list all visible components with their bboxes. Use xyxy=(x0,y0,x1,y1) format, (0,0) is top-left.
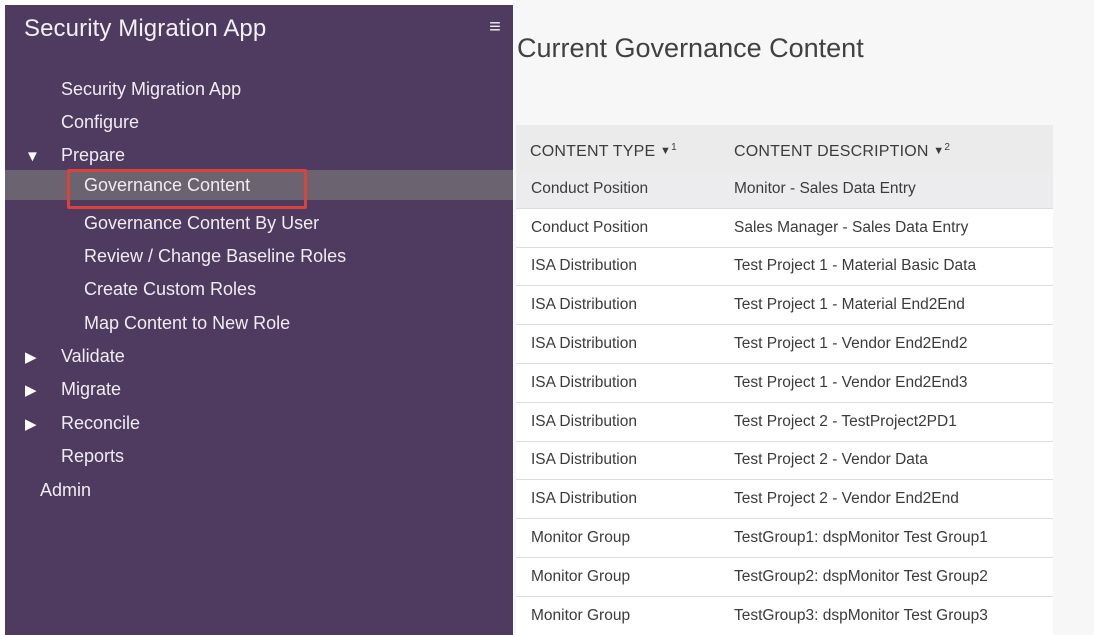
hamburger-menu-icon[interactable]: ≡ xyxy=(485,17,505,39)
nav-item-label: Reports xyxy=(61,446,125,466)
cell-content-description: Test Project 1 - Material Basic Data xyxy=(734,257,977,275)
column-header-content-description[interactable]: CONTENT DESCRIPTION ▼2 xyxy=(718,125,1053,170)
table-body: Conduct Position Monitor - Sales Data Ent… xyxy=(516,170,1053,635)
nav-item-label: Reconcile xyxy=(61,413,141,433)
expand-right-icon: ▶ xyxy=(25,382,37,399)
cell-content-type: ISA Distribution xyxy=(531,412,637,430)
cell-content-description: TestGroup2: dspMonitor Test Group2 xyxy=(734,567,988,585)
table-row[interactable]: ISA Distribution Test Project 1 - Vendor … xyxy=(516,363,1053,403)
cell-content-type: Conduct Position xyxy=(531,218,649,236)
nav-item-label: Admin xyxy=(40,480,92,500)
cell-content-description: TestGroup3: dspMonitor Test Group3 xyxy=(734,606,988,624)
nav-item-label: Migrate xyxy=(61,379,122,399)
sort-order: 2 xyxy=(944,142,951,153)
cell-content-description: Test Project 2 - Vendor Data xyxy=(734,451,928,469)
nav-item-validate[interactable]: ▶ Validate xyxy=(25,341,125,371)
table-row[interactable]: ISA Distribution Test Project 1 - Materia… xyxy=(516,247,1053,287)
expand-right-icon: ▶ xyxy=(25,349,37,366)
table-row[interactable]: ISA Distribution Test Project 2 - TestPro… xyxy=(516,402,1053,442)
table-row[interactable]: Monitor Group TestGroup1: dspMonitor Test… xyxy=(516,519,1053,558)
expand-right-icon: ▶ xyxy=(25,416,37,433)
sort-descending-icon: ▼ xyxy=(933,145,945,157)
nav-item-label: Map Content to New Role xyxy=(84,313,291,333)
column-header-label: CONTENT DESCRIPTION xyxy=(734,143,929,160)
nav-item-review-change-baseline-roles[interactable]: Review / Change Baseline Roles xyxy=(84,241,346,271)
cell-content-type: ISA Distribution xyxy=(531,490,637,508)
table-row[interactable]: ISA Distribution Test Project 2 - Vendor … xyxy=(516,441,1053,481)
table-row[interactable]: ISA Distribution Test Project 2 - Vendor … xyxy=(516,480,1053,520)
nav-item-admin[interactable]: Admin xyxy=(40,475,91,505)
nav-item-label: Create Custom Roles xyxy=(84,279,257,299)
app-title: Security Migration App xyxy=(24,15,267,42)
table-row[interactable]: ISA Distribution Test Project 1 - Vendor … xyxy=(516,325,1053,364)
cell-content-description: Test Project 1 - Vendor End2End2 xyxy=(734,335,968,353)
cell-content-description: Test Project 1 - Vendor End2End3 xyxy=(734,373,968,391)
column-header-label: CONTENT TYPE xyxy=(530,143,656,160)
cell-content-description: Test Project 2 - Vendor End2End xyxy=(734,490,959,508)
nav-item-label: Review / Change Baseline Roles xyxy=(84,246,347,266)
cell-content-type: ISA Distribution xyxy=(531,451,637,469)
nav-item-label: Validate xyxy=(61,346,125,366)
nav-item-governance-content-by-user[interactable]: Governance Content By User xyxy=(84,208,319,238)
cell-content-type: Conduct Position xyxy=(531,179,649,197)
cell-content-description: TestGroup1: dspMonitor Test Group1 xyxy=(734,529,988,547)
table-row[interactable]: ISA Distribution Test Project 1 - Materia… xyxy=(516,286,1053,326)
cell-content-type: Monitor Group xyxy=(531,529,631,547)
sidebar: Security Migration App ≡ Security Migrat… xyxy=(5,5,513,635)
main-content: Current Governance Content CONTENT TYPE … xyxy=(513,0,1094,635)
governance-content-table: CONTENT TYPE ▼1 CONTENT DESCRIPTION ▼2 C… xyxy=(516,125,1053,635)
nav-item-label: Security Migration App xyxy=(61,79,242,99)
cell-content-description: Test Project 1 - Material End2End xyxy=(734,296,965,314)
cell-content-type: ISA Distribution xyxy=(531,296,637,314)
cell-content-description: Test Project 2 - TestProject2PD1 xyxy=(734,412,957,430)
nav-item-create-custom-roles[interactable]: Create Custom Roles xyxy=(84,274,256,304)
table-row[interactable]: Conduct Position Monitor - Sales Data Ent… xyxy=(516,170,1053,209)
nav-item-migrate[interactable]: ▶ Migrate xyxy=(25,374,121,404)
table-row[interactable]: Conduct Position Sales Manager - Sales Da… xyxy=(516,208,1053,248)
cell-content-description: Monitor - Sales Data Entry xyxy=(734,179,916,197)
nav-item-map-content-to-new-role[interactable]: Map Content to New Role xyxy=(84,308,290,338)
cell-content-type: Monitor Group xyxy=(531,606,631,624)
table-row[interactable]: Monitor Group TestGroup3: dspMonitor Test… xyxy=(516,596,1053,635)
cell-content-type: Monitor Group xyxy=(531,567,631,585)
expand-down-icon: ▼ xyxy=(25,148,40,165)
sort-order: 1 xyxy=(671,142,677,153)
nav-item-label: Configure xyxy=(61,112,140,132)
nav-item-prepare[interactable]: ▼ Prepare xyxy=(25,140,125,170)
column-header-content-type[interactable]: CONTENT TYPE ▼1 xyxy=(516,125,718,170)
table-row[interactable]: Monitor Group TestGroup2: dspMonitor Test… xyxy=(516,557,1053,597)
nav-item-security-migration-app[interactable]: Security Migration App xyxy=(61,74,241,104)
page-title: Current Governance Content xyxy=(517,33,864,63)
sort-descending-icon: ▼ xyxy=(660,145,672,157)
table-header: CONTENT TYPE ▼1 CONTENT DESCRIPTION ▼2 xyxy=(516,125,1053,170)
cell-content-type: ISA Distribution xyxy=(531,335,637,353)
cell-content-type: ISA Distribution xyxy=(531,257,637,275)
cell-content-description: Sales Manager - Sales Data Entry xyxy=(734,218,969,236)
nav-item-reports[interactable]: Reports xyxy=(61,441,124,471)
active-item-highlight xyxy=(67,169,307,209)
nav-item-reconcile[interactable]: ▶ Reconcile xyxy=(25,408,140,438)
nav-item-configure[interactable]: Configure xyxy=(61,107,139,137)
cell-content-type: ISA Distribution xyxy=(531,373,637,391)
nav-item-label: Governance Content By User xyxy=(84,213,320,233)
nav-item-label: Prepare xyxy=(61,145,126,165)
